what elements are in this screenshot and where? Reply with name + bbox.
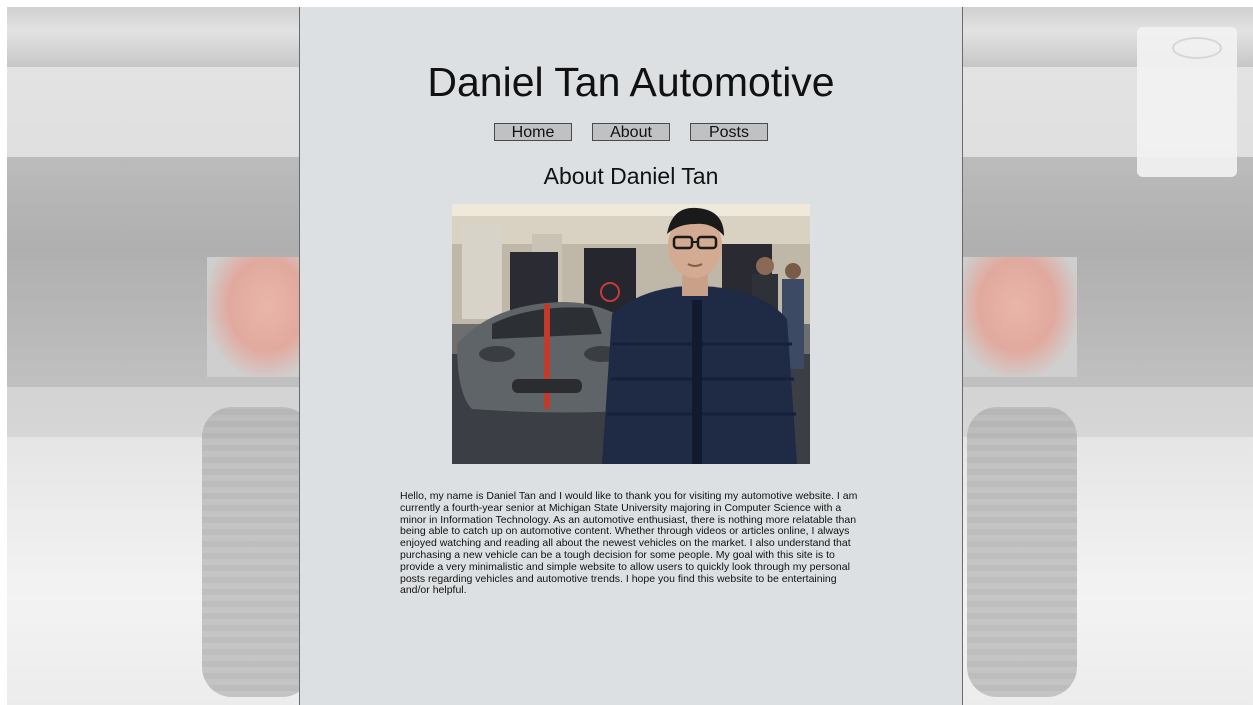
main-nav: Home About Posts [300, 123, 962, 141]
content-panel: Daniel Tan Automotive Home About Posts A… [299, 7, 963, 705]
nav-about-button[interactable]: About [592, 123, 670, 141]
page-heading: About Daniel Tan [543, 163, 719, 189]
profile-photo-illustration [452, 204, 810, 464]
site-title: Daniel Tan Automotive [427, 59, 835, 105]
page-frame: Daniel Tan Automotive Home About Posts A… [7, 7, 1253, 705]
nav-home-button[interactable]: Home [494, 123, 572, 141]
nav-posts-button[interactable]: Posts [690, 123, 768, 141]
profile-photo [452, 204, 810, 464]
bio-paragraph: Hello, my name is Daniel Tan and I would… [400, 490, 858, 597]
